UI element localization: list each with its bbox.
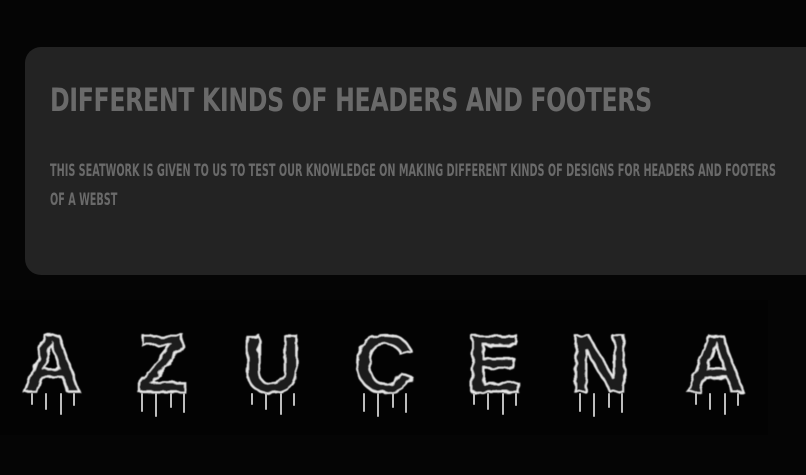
page-title: Different Kinds of Headers and Footers	[50, 81, 652, 119]
logo-letter: Z	[137, 319, 187, 410]
card-description: This seatwork is given to us to test our…	[50, 161, 776, 210]
azucena-logo-image: AZUCENA	[21, 318, 747, 417]
azucena-logo-banner: AZUCENA	[0, 300, 768, 435]
logo-letters: AZUCENA	[21, 318, 746, 411]
intro-card: Different Kinds of Headers and Footers T…	[25, 47, 806, 275]
